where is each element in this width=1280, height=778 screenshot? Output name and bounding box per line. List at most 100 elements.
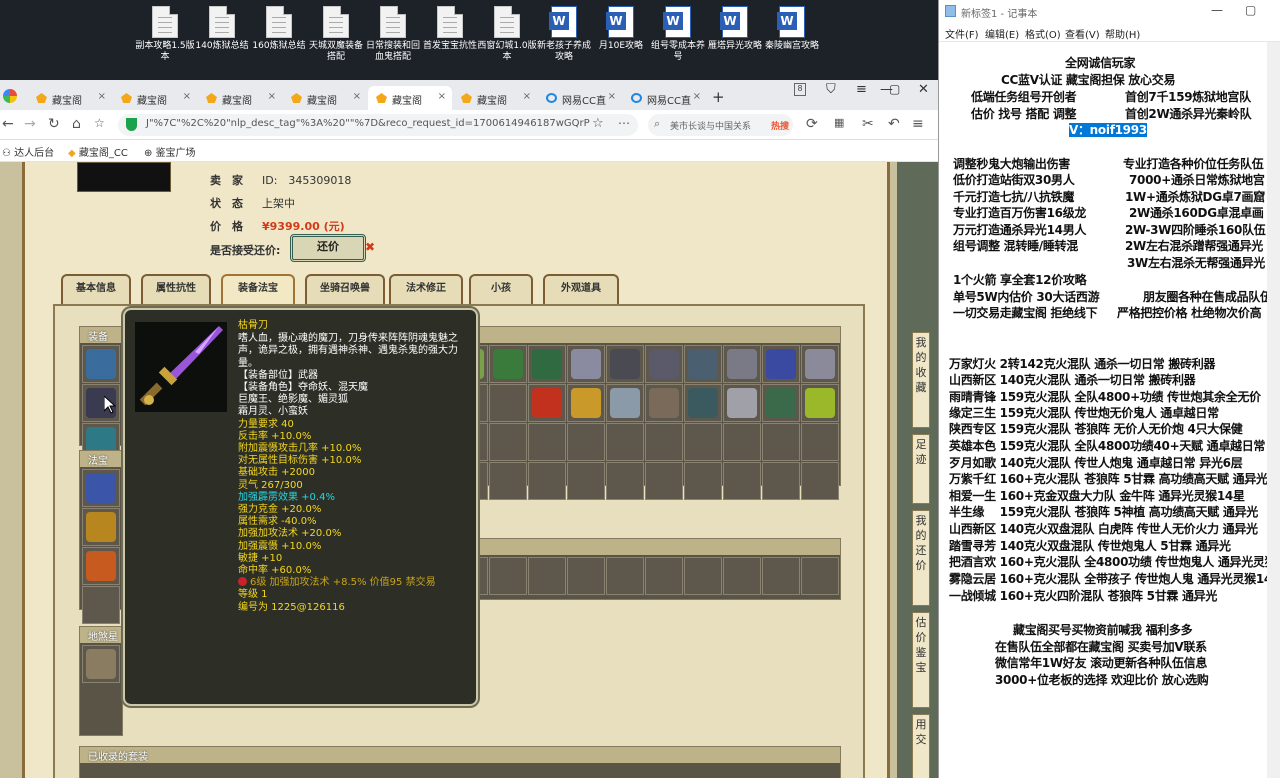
desktop-file-8[interactable]: W 新老孩子养成攻略 <box>534 6 594 63</box>
inventory-slot[interactable] <box>489 462 527 500</box>
star-list-icon[interactable]: ☆ <box>94 116 105 130</box>
inventory-slot[interactable] <box>723 384 761 422</box>
inventory-slot[interactable] <box>723 462 761 500</box>
desktop-file-3[interactable]: 160炼狱总结 <box>249 6 309 52</box>
treasure-slot[interactable] <box>82 586 120 624</box>
hamburger-menu-icon[interactable]: ≡ <box>856 82 867 97</box>
inventory-slot[interactable] <box>762 423 800 461</box>
forward-icon[interactable]: → <box>24 116 36 132</box>
close-tab-icon[interactable]: × <box>353 91 361 102</box>
inventory2-slot[interactable] <box>645 557 683 595</box>
cut-icon[interactable]: ✂ <box>862 116 874 132</box>
rail-tab-footprint[interactable]: 足迹 <box>912 434 930 504</box>
inventory-slot[interactable] <box>489 345 527 383</box>
inventory-slot[interactable] <box>684 384 722 422</box>
inventory-slot[interactable] <box>762 384 800 422</box>
close-window-button[interactable]: ✕ <box>918 82 929 97</box>
game-tab-4[interactable]: 坐骑召唤兽 <box>305 274 385 304</box>
browser-tab-3[interactable]: 藏宝阁 × <box>198 86 282 110</box>
close-tab-icon[interactable]: × <box>268 91 276 102</box>
bookmark-2[interactable]: ◆ 藏宝阁_CC <box>68 144 128 159</box>
notepad-menu-item[interactable]: 文件(F) <box>945 26 979 41</box>
notepad-text-area[interactable]: 全网诚信玩家 CC蓝V认证 藏宝阁担保 放心交易 低端任务组号开创者 首创7千159炼… <box>939 42 1280 778</box>
notepad-menu-item[interactable]: 帮助(H) <box>1105 26 1140 41</box>
inventory-slot[interactable] <box>528 384 566 422</box>
inventory-slot[interactable] <box>684 345 722 383</box>
inventory-slot[interactable] <box>567 462 605 500</box>
close-tab-icon[interactable]: × <box>438 91 446 102</box>
inventory-slot[interactable] <box>606 384 644 422</box>
inventory-slot[interactable] <box>645 423 683 461</box>
browser-logo-icon[interactable] <box>3 89 17 103</box>
search-box[interactable]: ⌕ 美市长谈与中国关系 热搜 <box>648 114 793 136</box>
address-bar[interactable]: J"%7C"%2C%20"nlp_desc_tag"%3A%20""%7D&re… <box>118 114 638 136</box>
inventory2-slot[interactable] <box>684 557 722 595</box>
inventory-slot[interactable] <box>684 423 722 461</box>
close-tab-icon[interactable]: × <box>98 91 106 102</box>
more-dots-icon[interactable]: ⋯ <box>618 116 630 130</box>
shirt-icon[interactable]: ⛉ <box>826 82 836 97</box>
desktop-file-5[interactable]: 日常搜装和回血鬼搭配 <box>363 6 423 63</box>
game-tab-7[interactable]: 外观道具 <box>543 274 619 304</box>
game-tab-3[interactable]: 装备法宝 <box>221 274 295 304</box>
browser-tab-6[interactable]: 藏宝阁 × <box>453 86 537 110</box>
inventory-slot[interactable] <box>489 423 527 461</box>
desktop-file-11[interactable]: W 雁塔异光攻略 <box>705 6 765 52</box>
treasure-slot[interactable] <box>82 469 120 507</box>
desktop-file-12[interactable]: W 秦陵幽宫攻略 <box>762 6 822 52</box>
inventory-slot[interactable] <box>645 384 683 422</box>
notepad-minimize-button[interactable]: — <box>1211 3 1223 17</box>
inventory-slot[interactable] <box>606 345 644 383</box>
rail-tab-favorites[interactable]: 我的收藏 <box>912 332 930 428</box>
home-icon[interactable]: ⌂ <box>72 116 81 132</box>
inventory-slot[interactable] <box>762 462 800 500</box>
close-tab-icon[interactable]: × <box>608 91 616 102</box>
notepad-scrollbar[interactable] <box>1267 42 1280 778</box>
inventory-slot[interactable] <box>801 462 839 500</box>
inventory2-slot[interactable] <box>489 557 527 595</box>
inventory-slot[interactable] <box>801 423 839 461</box>
notepad-menu-item[interactable]: 查看(V) <box>1065 26 1100 41</box>
inventory-slot[interactable] <box>801 384 839 422</box>
notepad-maximize-button[interactable]: ▢ <box>1245 3 1256 17</box>
inventory-slot[interactable] <box>567 384 605 422</box>
game-tab-5[interactable]: 法术修正 <box>389 274 463 304</box>
refresh-page-icon[interactable]: ⟳ <box>806 116 818 132</box>
inventory-slot[interactable] <box>489 384 527 422</box>
desktop-file-6[interactable]: 首发宝宝抗性 <box>420 6 480 52</box>
treasure-slot[interactable] <box>82 547 120 585</box>
inventory-slot[interactable] <box>723 345 761 383</box>
reload-icon[interactable]: ↻ <box>48 116 60 132</box>
back-icon[interactable]: ← <box>2 116 14 132</box>
inventory-slot[interactable] <box>645 345 683 383</box>
undo-icon[interactable]: ↶ <box>888 116 900 132</box>
inventory-slot[interactable] <box>567 345 605 383</box>
rail-tab-appraise[interactable]: 估价鉴宝 <box>912 612 930 708</box>
maximize-button[interactable]: ▢ <box>889 82 900 96</box>
inventory-slot[interactable] <box>801 345 839 383</box>
inventory2-slot[interactable] <box>762 557 800 595</box>
rail-tab-bargain[interactable]: 我的还价 <box>912 510 930 606</box>
browser-tab-2[interactable]: 藏宝阁 × <box>113 86 197 110</box>
treasure-slot[interactable] <box>82 508 120 546</box>
mount-slot[interactable] <box>82 645 120 683</box>
inventory-slot[interactable] <box>723 423 761 461</box>
inventory-slot[interactable] <box>684 462 722 500</box>
desktop-file-1[interactable]: 副本攻略1.5版本 <box>135 6 195 63</box>
equipment-slot[interactable] <box>82 345 120 383</box>
inventory-slot[interactable] <box>762 345 800 383</box>
close-tab-icon[interactable]: × <box>183 91 191 102</box>
inventory-slot[interactable] <box>606 423 644 461</box>
tab-count-badge[interactable]: 8 <box>794 83 806 96</box>
notepad-menu-item[interactable]: 格式(O) <box>1025 26 1061 41</box>
desktop-file-10[interactable]: W 组号零成本养号 <box>648 6 708 63</box>
browser-tab-8[interactable]: 网易CC直 × <box>623 86 707 110</box>
inventory2-slot[interactable] <box>801 557 839 595</box>
inventory-slot[interactable] <box>606 462 644 500</box>
rail-tab-trade[interactable]: 用交 <box>912 714 930 778</box>
browser-tab-4[interactable]: 藏宝阁 × <box>283 86 367 110</box>
browser-tab-7[interactable]: 网易CC直 × <box>538 86 622 110</box>
close-tab-icon[interactable]: × <box>693 91 701 102</box>
menu-icon[interactable]: ≡ <box>912 116 924 132</box>
game-tab-1[interactable]: 基本信息 <box>61 274 131 304</box>
